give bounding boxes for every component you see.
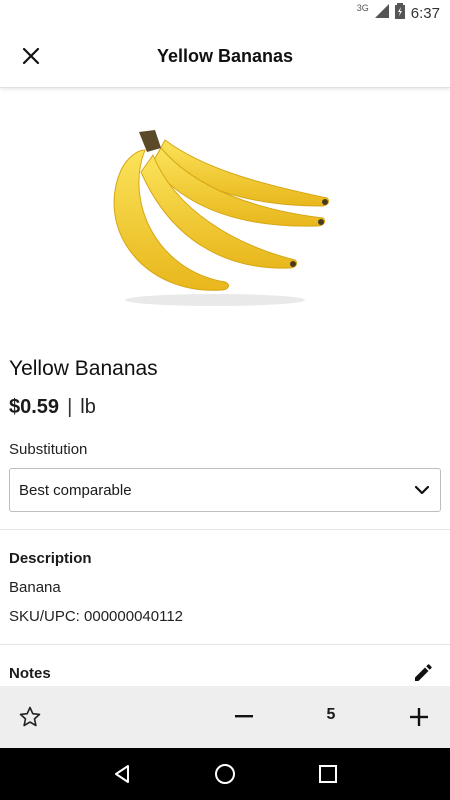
plus-icon <box>410 708 428 726</box>
divider <box>0 529 450 530</box>
price-row: $0.59 | lb <box>9 396 96 419</box>
edit-notes-button[interactable] <box>410 660 436 686</box>
quantity-value: 5 <box>326 706 336 723</box>
product-image <box>0 110 450 330</box>
sku-upc: SKU/UPC: 000000040112 <box>9 608 184 625</box>
product-name: Yellow Bananas <box>9 357 158 380</box>
increase-quantity-button[interactable] <box>405 703 433 731</box>
cart-action-bar: 5 <box>0 686 450 748</box>
close-icon <box>22 47 40 65</box>
battery-icon <box>394 2 405 24</box>
decrease-quantity-button[interactable] <box>230 703 258 731</box>
price-unit: lb <box>80 396 96 418</box>
minus-icon <box>235 715 253 718</box>
home-circle-icon <box>214 764 235 784</box>
notes-title: Notes <box>9 665 51 682</box>
status-bar: 3G 6:37 <box>0 0 450 26</box>
back-triangle-icon <box>114 765 129 783</box>
recents-button[interactable] <box>310 756 346 792</box>
home-button[interactable] <box>207 756 243 792</box>
substitution-select[interactable]: Best comparable <box>9 468 441 512</box>
substitution-value: Best comparable <box>19 481 132 499</box>
substitution-label: Substitution <box>9 441 88 458</box>
pencil-icon <box>415 664 432 681</box>
signal-icon <box>374 3 389 23</box>
app-bar: Yellow Bananas <box>0 26 450 88</box>
chevron-down-icon <box>414 485 430 495</box>
favorite-button[interactable] <box>16 703 44 731</box>
page-title: Yellow Bananas <box>156 46 294 66</box>
description-text: Banana <box>9 579 61 596</box>
divider <box>0 644 450 645</box>
star-outline-icon <box>19 706 41 727</box>
close-button[interactable] <box>16 41 46 71</box>
price-separator: | <box>67 396 73 418</box>
product-price: $0.59 <box>9 396 60 418</box>
recents-square-icon <box>319 765 338 783</box>
system-nav-bar <box>0 748 450 800</box>
back-button[interactable] <box>104 756 140 792</box>
network-type: 3G <box>356 3 369 13</box>
description-title: Description <box>9 550 92 567</box>
clock: 6:37 <box>410 4 440 22</box>
